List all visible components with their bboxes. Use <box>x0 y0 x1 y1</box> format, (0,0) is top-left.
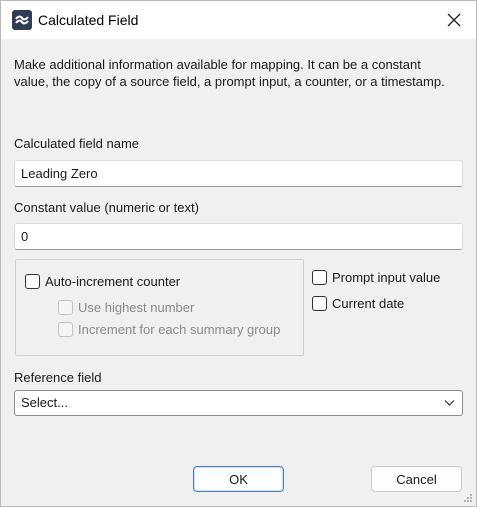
constant-value-input[interactable]: 0 <box>14 223 463 250</box>
use-highest-number-checkbox[interactable]: Use highest number <box>58 300 194 315</box>
calculated-field-name-label: Calculated field name <box>14 136 140 151</box>
auto-increment-label: Auto-increment counter <box>45 274 181 289</box>
reference-field-label: Reference field <box>14 370 102 385</box>
reference-field-selected: Select... <box>21 395 68 410</box>
constant-value-label: Constant value (numeric or text) <box>14 200 199 215</box>
title-bar: Calculated Field <box>1 1 476 39</box>
current-date-label: Current date <box>332 296 405 311</box>
calculated-field-dialog: Calculated Field Make additional informa… <box>0 0 477 507</box>
checkbox-box <box>58 322 73 337</box>
use-highest-number-label: Use highest number <box>78 300 195 315</box>
dialog-description: Make additional information available fo… <box>14 57 445 89</box>
checkbox-box <box>25 274 40 289</box>
close-icon <box>447 13 460 27</box>
chevron-down-icon <box>444 400 455 406</box>
resize-grip-icon[interactable] <box>463 493 473 503</box>
checkbox-box <box>312 296 327 311</box>
current-date-checkbox[interactable]: Current date <box>312 296 404 311</box>
prompt-input-label: Prompt input value <box>332 270 441 285</box>
reference-field-select[interactable]: Select... <box>14 390 463 416</box>
increment-each-group-checkbox[interactable]: Increment for each summary group <box>58 322 280 337</box>
checkbox-box <box>58 300 73 315</box>
checkbox-box <box>312 270 327 285</box>
close-button[interactable] <box>431 1 476 39</box>
calculated-field-name-input[interactable]: Leading Zero <box>14 160 463 187</box>
prompt-input-checkbox[interactable]: Prompt input value <box>312 270 440 285</box>
ok-button[interactable]: OK <box>193 466 284 492</box>
auto-increment-checkbox[interactable]: Auto-increment counter <box>25 274 180 289</box>
increment-each-group-label: Increment for each summary group <box>78 322 281 337</box>
cancel-button[interactable]: Cancel <box>371 466 462 492</box>
window-title: Calculated Field <box>38 12 139 28</box>
app-logo-icon <box>12 10 32 30</box>
